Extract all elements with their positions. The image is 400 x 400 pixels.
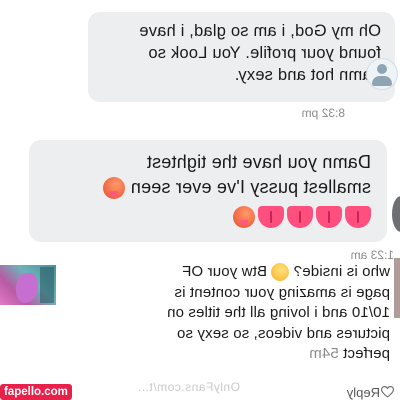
hot-face-emoji xyxy=(103,177,126,200)
comment-line-1-row: who is inside? Btw your OF xyxy=(65,262,390,283)
watermark: OnlyFans.com/t... xyxy=(137,380,240,394)
comment-line-4: 10/10 and i loving all the titles on xyxy=(166,304,390,321)
comment-line-6-row: perfect 54m xyxy=(65,344,390,365)
tongue-emoji xyxy=(258,206,284,229)
heart-icon[interactable] xyxy=(381,386,394,398)
message-bubble-2: Damn you have the tightest smallest puss… xyxy=(29,140,387,242)
message-1-line-3: damn hot and sexy. xyxy=(234,66,381,84)
message-bubble-1: Oh my God, i am so glad, i have found yo… xyxy=(88,12,395,102)
message-2-line-2: smallest pussy I've ever seen xyxy=(130,177,371,197)
tongue-emoji xyxy=(287,206,313,229)
message-1-time: 8:32 pm xyxy=(301,106,345,120)
comment-time: 54m xyxy=(309,345,339,362)
partial-avatar xyxy=(392,196,400,232)
comment-text: who is inside? Btw your OF page is amazi… xyxy=(65,262,390,365)
emoji-row xyxy=(45,204,371,229)
smirk-emoji xyxy=(271,263,290,282)
hot-face-emoji xyxy=(233,206,255,229)
commenter-photo[interactable] xyxy=(0,265,56,305)
avatar-icon[interactable] xyxy=(366,58,398,90)
comment-line-6: perfect xyxy=(343,345,390,362)
reply-row: Reply xyxy=(347,385,394,400)
message-2-line-2-row: smallest pussy I've ever seen xyxy=(45,175,371,200)
message-2-line-1: Damn you have the tightest xyxy=(146,152,371,172)
message-1-line-1: Oh my God, i am so glad, i have xyxy=(139,22,381,40)
tongue-emoji xyxy=(345,206,371,229)
tongue-emoji xyxy=(316,206,342,229)
message-1-line-2: found your profile. You Look so xyxy=(148,44,381,62)
comment-line-2: Btw your OF xyxy=(182,263,268,280)
comment-line-1: who is inside? xyxy=(293,263,390,280)
message-2-time: 1:23 am xyxy=(350,248,394,262)
edge-image xyxy=(394,258,400,318)
comment-line-3: page is amazing your content is xyxy=(174,283,390,301)
mirrored-screenshot: Oh my God, i am so glad, i have found yo… xyxy=(0,0,400,400)
site-badge: fapello.com xyxy=(0,384,72,400)
comment-line-5: pictures and videos, so sexy so xyxy=(176,324,390,342)
reply-button[interactable]: Reply xyxy=(347,385,380,400)
